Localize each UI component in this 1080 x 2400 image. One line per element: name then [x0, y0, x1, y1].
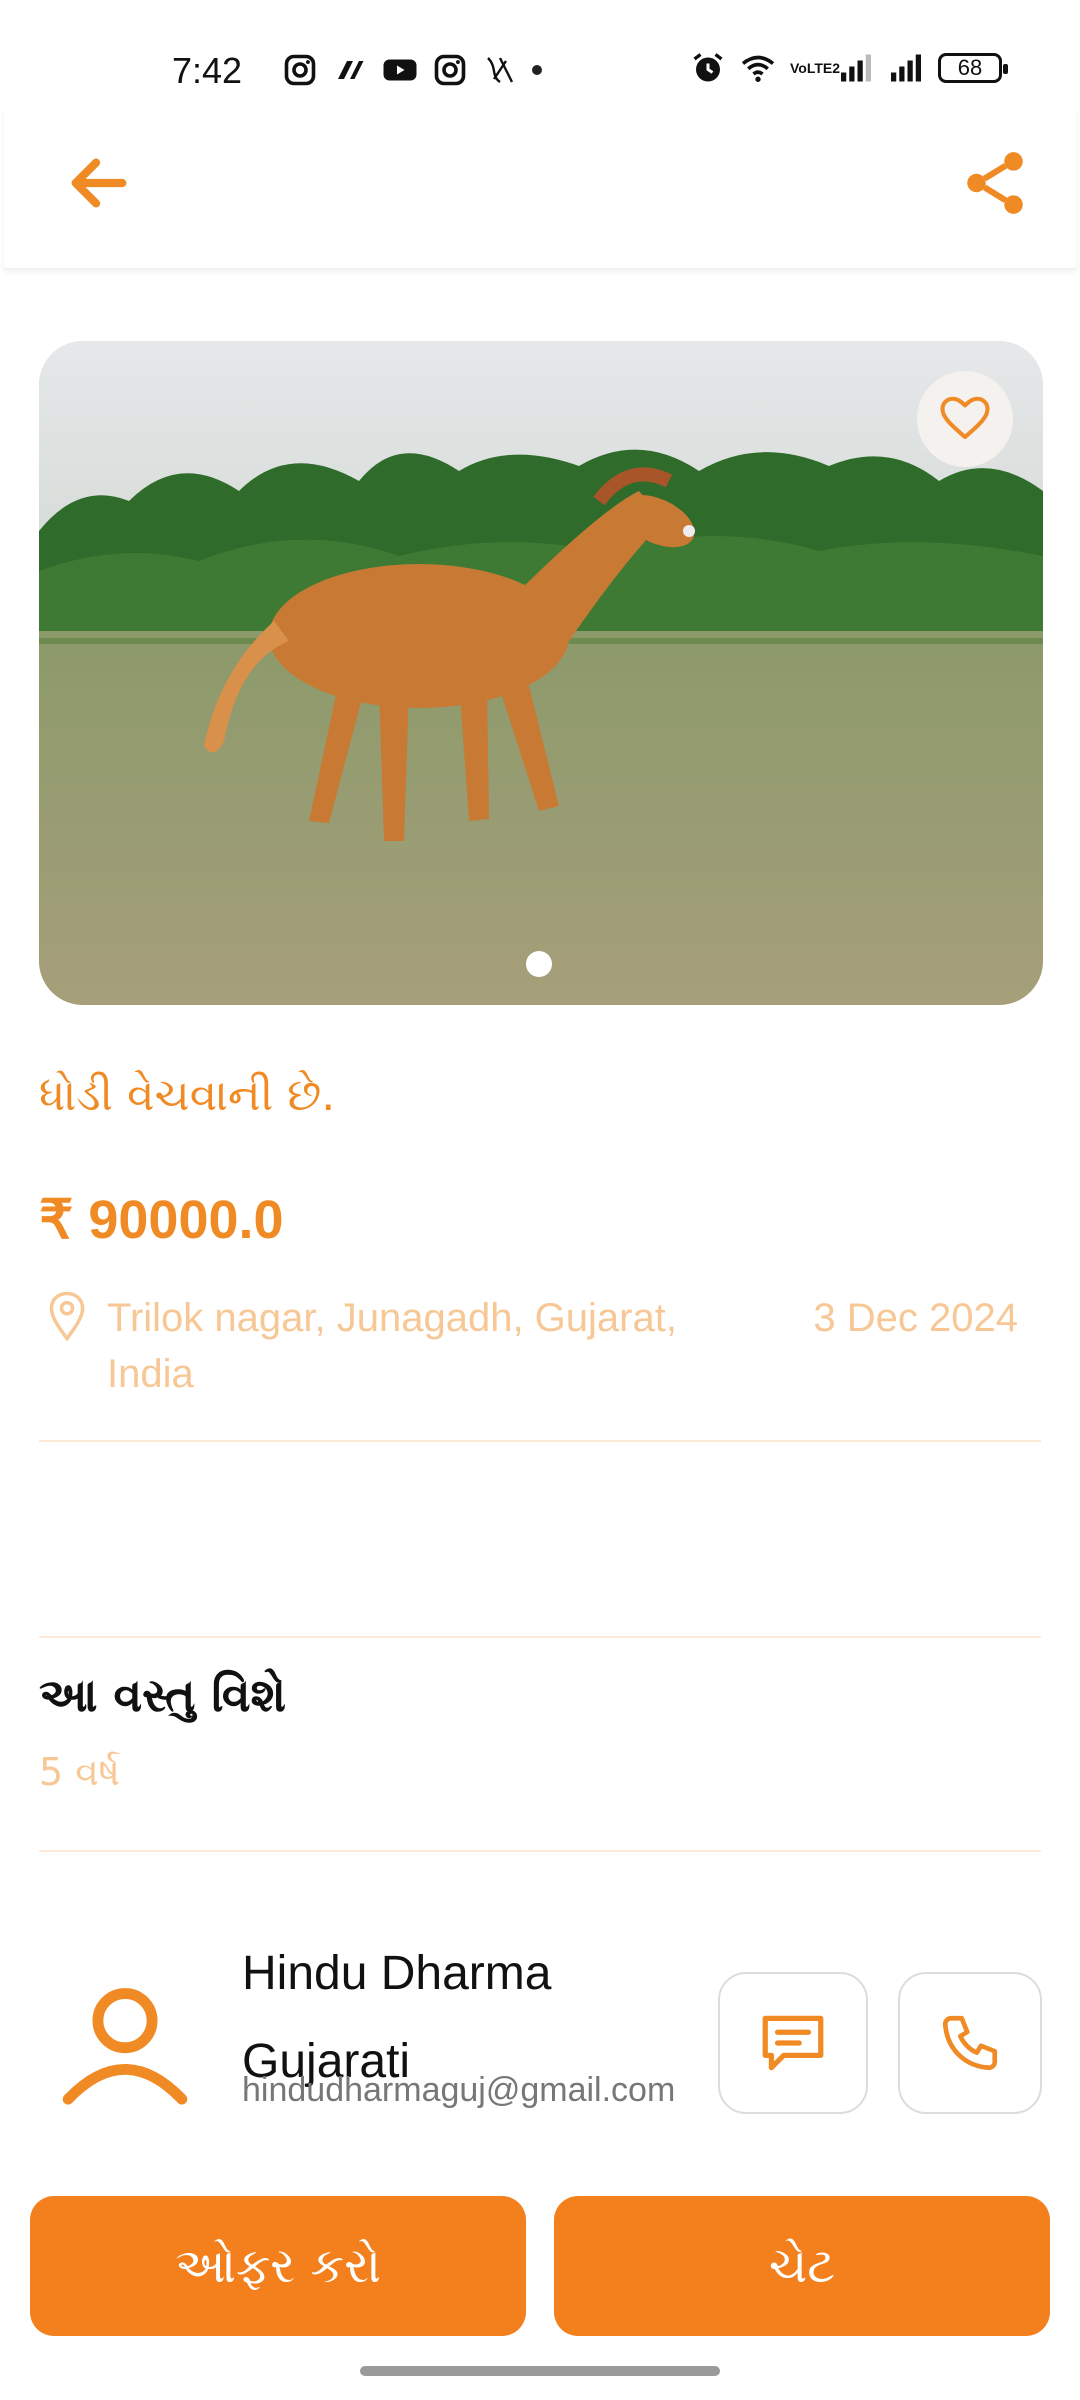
battery-icon: 68 — [938, 53, 1008, 83]
signal-icon — [891, 54, 921, 82]
phone-icon — [942, 2015, 998, 2071]
divider — [39, 1850, 1041, 1852]
divider — [39, 1636, 1041, 1638]
divider — [39, 1440, 1041, 1442]
wifi-icon — [741, 55, 775, 82]
notification-icons — [282, 52, 542, 88]
listing-price: ₹ 90000.0 — [39, 1190, 284, 1250]
dot-icon — [532, 65, 542, 75]
location-pin-icon — [49, 1291, 85, 1342]
arrow-left-icon — [71, 158, 127, 208]
heart-icon — [940, 396, 990, 440]
about-description: 5 વર્ષ — [39, 1750, 121, 1794]
back-button[interactable] — [64, 148, 134, 218]
system-icons: VoLTE2 68 — [690, 50, 1008, 86]
instagram-icon — [284, 54, 316, 86]
carousel-indicator-dot — [526, 951, 552, 977]
scribble-icon — [487, 57, 514, 83]
user-avatar-icon — [62, 1988, 188, 2105]
call-seller-button[interactable] — [898, 1972, 1042, 2114]
signal-icon — [841, 54, 871, 82]
make-offer-button[interactable]: ઓફર કરો — [30, 2196, 526, 2336]
favorite-button[interactable] — [917, 371, 1013, 467]
instagram-icon — [434, 54, 466, 86]
tally-icon — [338, 61, 364, 79]
home-indicator[interactable] — [360, 2366, 720, 2376]
youtube-icon — [383, 59, 417, 81]
about-heading: આ વસ્તુ વિશે — [39, 1668, 286, 1722]
alarm-icon — [693, 53, 723, 82]
volte-icon: VoLTE2 — [790, 60, 841, 76]
chat-icon — [762, 2015, 824, 2071]
status-bar: 7:42 VoLTE2 68 — [0, 0, 1080, 105]
share-icon — [967, 152, 1023, 214]
chat-button[interactable]: ચેટ — [554, 2196, 1050, 2336]
listing-title: ધોડી વેચવાની છે. — [39, 1070, 336, 1121]
listing-image-carousel[interactable] — [39, 341, 1043, 1005]
app-bar — [4, 108, 1076, 269]
listing-image — [39, 341, 1043, 1005]
listing-date: 3 Dec 2024 — [813, 1296, 1018, 1340]
message-seller-button[interactable] — [718, 1972, 868, 2114]
status-time: 7:42 — [172, 50, 243, 91]
listing-location: Trilok nagar, Junagadh, Gujarat, India — [107, 1296, 677, 1396]
seller-email: hindudharmaguj@gmail.com — [242, 2071, 676, 2109]
share-button[interactable] — [958, 146, 1032, 220]
